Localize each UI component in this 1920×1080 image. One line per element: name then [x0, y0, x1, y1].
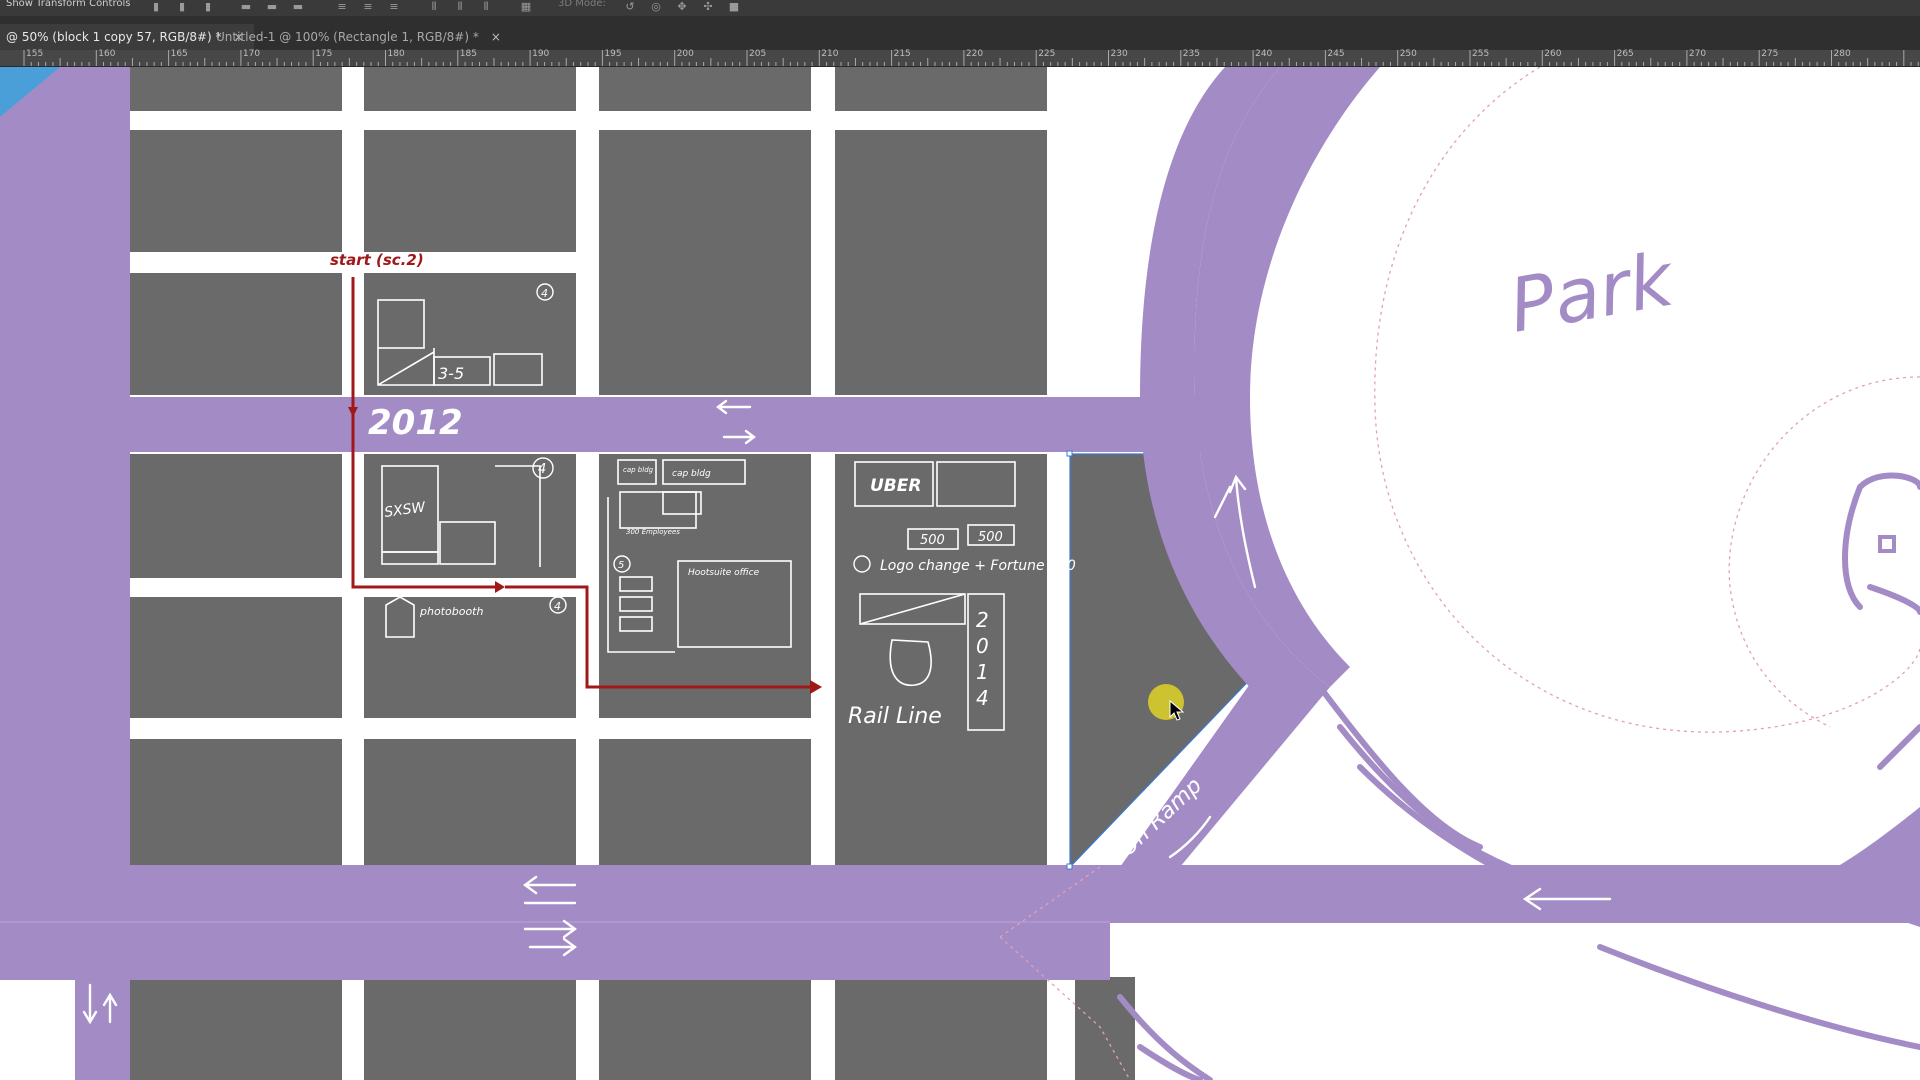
align-left-icon[interactable]: ▮	[150, 1, 162, 13]
map-artwork: start (sc.2) 2012 4 3-5 4 SXSW 4 photobo…	[0, 67, 1920, 1080]
distribute-right-icon[interactable]: ⫴	[480, 1, 492, 13]
close-icon[interactable]: ×	[491, 30, 501, 44]
ruler-label: 200	[676, 49, 694, 59]
year-digit-2: 2	[976, 608, 989, 632]
distribute-left-icon[interactable]: ⫴	[428, 1, 440, 13]
document-tab-bar: @ 50% (block 1 copy 57, RGB/8#) * × Untit…	[0, 16, 1920, 50]
ruler-label: 195	[604, 49, 622, 59]
horizontal-ruler[interactable]: 155 160 165 170 175 180 185 190 195 200 205 210 215 2…	[0, 49, 1920, 67]
3d-pan-icon[interactable]: ✥	[676, 1, 688, 13]
ruler-label: 240	[1255, 49, 1273, 59]
ruler-label: 255	[1472, 49, 1490, 59]
align-middle-icon[interactable]: ▬	[266, 1, 278, 13]
ruler-label: 280	[1833, 49, 1851, 59]
employees-label: 300 Employees	[626, 528, 680, 536]
3d-slide-icon[interactable]: ✣	[702, 1, 714, 13]
3d-scale-icon[interactable]: ■	[728, 1, 740, 13]
ruler-label: 210	[821, 49, 839, 59]
ruler-label: 185	[459, 49, 477, 59]
3d-roll-icon[interactable]: ◎	[650, 1, 662, 13]
num-500-a: 500	[920, 533, 945, 548]
distribute-middle-icon[interactable]: ≡	[362, 1, 374, 13]
photoshop-window: Show Transform Controls ▮ ▮ ▮ ▬ ▬ ▬ ≡ ≡ …	[0, 0, 1920, 1080]
ruler-label: 165	[170, 49, 188, 59]
ruler-label: 245	[1327, 49, 1345, 59]
cap-bldg-label-2: cap bldg	[672, 469, 711, 479]
hootsuite-office-label: Hootsuite office	[688, 568, 760, 578]
distribute-center-icon[interactable]: ⫴	[454, 1, 466, 13]
circle-4-b: 4	[538, 462, 546, 477]
align-center-icon[interactable]: ▮	[176, 1, 188, 13]
options-bar: Show Transform Controls ▮ ▮ ▮ ▬ ▬ ▬ ≡ ≡ …	[0, 0, 1920, 16]
align-right-icon[interactable]: ▮	[202, 1, 214, 13]
uber-label: UBER	[870, 476, 921, 496]
3d-rotate-icon[interactable]: ↺	[624, 1, 636, 13]
3d-mode-label: 3D Mode:	[558, 0, 606, 9]
road-2012	[130, 397, 1200, 452]
ruler-label: 220	[965, 49, 984, 59]
move-cursor-icon	[1169, 699, 1185, 721]
ruler-label: 190	[532, 49, 550, 59]
ruler-label: 170	[242, 49, 261, 59]
distribute-bottom-icon[interactable]: ≡	[388, 1, 400, 13]
align-top-icon[interactable]: ▬	[240, 1, 252, 13]
ruler-label: 155	[26, 49, 44, 59]
ruler-label: 230	[1110, 49, 1128, 59]
park-label: Park	[1503, 236, 1682, 350]
auto-align-icon[interactable]: ▦	[520, 1, 532, 13]
document-canvas[interactable]: start (sc.2) 2012 4 3-5 4 SXSW 4 photobo…	[0, 67, 1920, 1080]
cap-bldg-label-1: cap bldg	[623, 466, 654, 474]
circle-5: 5	[618, 560, 624, 571]
show-transform-controls-checkbox[interactable]: Show Transform Controls	[6, 0, 130, 12]
year-digit-0: 0	[976, 634, 989, 658]
ruler-label: 225	[1038, 49, 1056, 59]
ruler-label: 160	[98, 49, 116, 59]
year-digit-4: 4	[976, 686, 989, 710]
tab-label: Untitled-1 @ 100% (Rectangle 1, RGB/8#) …	[216, 30, 479, 44]
ruler-label: 215	[893, 49, 911, 59]
ruler-label: 250	[1399, 49, 1417, 59]
ruler-label: 205	[749, 49, 767, 59]
ruler-label: 235	[1182, 49, 1200, 59]
year-digit-1: 1	[976, 660, 989, 684]
ruler-label: 270	[1688, 49, 1707, 59]
circle-4-a: 4	[541, 287, 548, 300]
ruler-label: 260	[1544, 49, 1562, 59]
align-bottom-icon[interactable]: ▬	[292, 1, 304, 13]
start-note: start (sc.2)	[330, 251, 424, 269]
photobooth-label: photobooth	[419, 605, 483, 618]
ruler-label: 265	[1616, 49, 1634, 59]
year-2012-label: 2012	[368, 403, 463, 443]
ruler-label: 275	[1761, 49, 1779, 59]
distribute-top-icon[interactable]: ≡	[336, 1, 348, 13]
rail-line-label: Rail Line	[848, 704, 942, 729]
tab-label: @ 50% (block 1 copy 57, RGB/8#) *	[6, 30, 222, 44]
ruler-label: 180	[387, 49, 405, 59]
circle-4-c: 4	[554, 600, 561, 613]
tab-untitled-1[interactable]: Untitled-1 @ 100% (Rectangle 1, RGB/8#) …	[210, 24, 511, 50]
label-3-5: 3-5	[438, 364, 464, 383]
ruler-label: 175	[315, 49, 333, 59]
num-500-b: 500	[978, 530, 1003, 545]
logo-change-label: Logo change + Fortune 500	[880, 558, 1076, 574]
